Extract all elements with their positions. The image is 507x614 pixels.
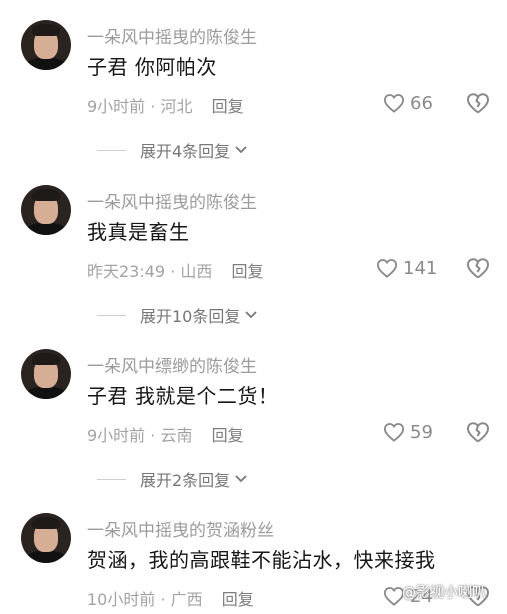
- like-count: 141: [403, 257, 438, 279]
- comment-meta: 10小时前 · 广西 回复: [87, 586, 254, 610]
- comment-text: 我真是畜生: [87, 220, 190, 244]
- reply-button[interactable]: 回复: [232, 262, 264, 281]
- comment-time: 9小时前: [87, 426, 146, 445]
- dislike-button[interactable]: [466, 257, 490, 283]
- broken-heart-icon: [467, 258, 489, 279]
- avatar[interactable]: [21, 20, 71, 70]
- comment-meta: 9小时前 · 河北 回复: [87, 93, 244, 117]
- avatar[interactable]: [21, 185, 71, 235]
- expand-replies-button[interactable]: 展开10条回复: [97, 303, 258, 327]
- reply-button[interactable]: 回复: [212, 426, 244, 445]
- comment-time: 10小时前: [87, 590, 156, 609]
- comment-location: 云南: [160, 426, 193, 445]
- avatar[interactable]: [21, 513, 71, 563]
- divider: [97, 478, 126, 480]
- expand-replies-button[interactable]: 展开4条回复: [97, 138, 248, 162]
- like-button[interactable]: 141: [376, 256, 437, 280]
- divider: [97, 149, 126, 151]
- avatar[interactable]: [21, 349, 71, 399]
- username[interactable]: 一朵风中摇曳的陈俊生: [87, 188, 257, 213]
- broken-heart-icon: [467, 422, 489, 443]
- reply-button[interactable]: 回复: [212, 97, 244, 116]
- comment-time: 昨天23:49: [87, 262, 166, 281]
- comment-location: 广西: [170, 590, 203, 609]
- chevron-down-icon: [235, 146, 247, 154]
- heart-outline-icon: [376, 259, 398, 278]
- like-count: 66: [410, 92, 433, 114]
- comment-location: 河北: [160, 97, 193, 116]
- comment-text: 贺涵，我的高跟鞋不能沾水，快来接我: [87, 548, 436, 572]
- reply-button[interactable]: 回复: [222, 590, 254, 609]
- watermark: @影视小喇叭: [402, 585, 486, 601]
- meta-separator: ·: [150, 426, 156, 445]
- comment-item: 一朵风中缥缈的陈俊生 子君 我就是个二货！ 9小时前 · 云南 回复 59 展开…: [0, 349, 507, 513]
- meta-separator: ·: [160, 590, 166, 609]
- comment-text: 子君 你阿帕次: [87, 55, 217, 79]
- broken-heart-icon: [467, 93, 489, 114]
- expand-replies-label: 展开10条回复: [140, 307, 241, 326]
- dislike-button[interactable]: [466, 92, 490, 118]
- comment-location: 山西: [180, 262, 213, 281]
- username[interactable]: 一朵风中摇曳的陈俊生: [87, 23, 257, 48]
- comment-time: 9小时前: [87, 97, 146, 116]
- heart-outline-icon: [383, 94, 405, 113]
- username[interactable]: 一朵风中缥缈的陈俊生: [87, 352, 257, 377]
- comment-item: 一朵风中摇曳的陈俊生 子君 你阿帕次 9小时前 · 河北 回复 66 展开4条回…: [0, 20, 507, 184]
- meta-separator: ·: [170, 262, 176, 281]
- comment-meta: 昨天23:49 · 山西 回复: [87, 258, 264, 282]
- comment-meta: 9小时前 · 云南 回复: [87, 422, 244, 446]
- dislike-button[interactable]: [466, 421, 490, 447]
- meta-separator: ·: [150, 97, 156, 116]
- expand-replies-label: 展开4条回复: [140, 142, 231, 161]
- comment-item: 一朵风中摇曳的陈俊生 我真是畜生 昨天23:49 · 山西 回复 141 展开1…: [0, 185, 507, 349]
- like-count: 59: [410, 421, 433, 443]
- heart-outline-icon: [383, 423, 405, 442]
- like-button[interactable]: 66: [383, 91, 433, 115]
- divider: [97, 314, 126, 316]
- chevron-down-icon: [245, 311, 258, 319]
- chevron-down-icon: [235, 475, 247, 483]
- username[interactable]: 一朵风中摇曳的贺涵粉丝: [87, 516, 274, 541]
- expand-replies-label: 展开2条回复: [140, 471, 231, 490]
- comment-text: 子君 我就是个二货！: [87, 384, 279, 408]
- expand-replies-button[interactable]: 展开2条回复: [97, 467, 248, 491]
- like-button[interactable]: 59: [383, 420, 433, 444]
